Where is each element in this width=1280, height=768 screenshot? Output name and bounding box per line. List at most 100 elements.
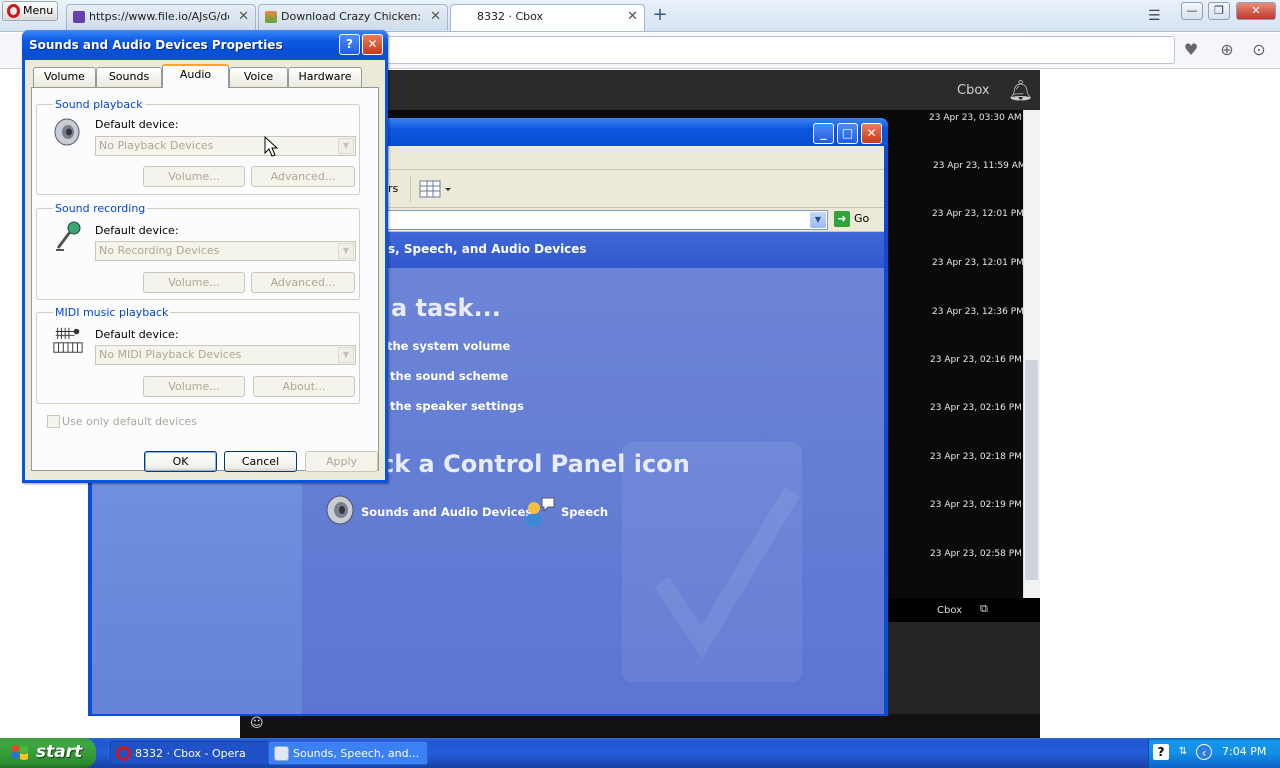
message-timestamp: 23 Apr 23, 12:01 PM <box>932 258 1024 268</box>
cbox-footer-link[interactable]: Cbox <box>937 605 962 616</box>
midi-about-button[interactable]: About... <box>253 376 355 397</box>
tab-voice[interactable]: Voice <box>229 67 288 87</box>
views-grid-icon <box>419 180 451 198</box>
bell-icon[interactable]: 🔔︎ <box>1008 78 1033 102</box>
close-tab-icon[interactable]: ✕ <box>430 5 441 29</box>
chat-bottom-bar <box>240 714 1040 738</box>
default-device-label: Default device: <box>95 328 179 341</box>
dialog-title: Sounds and Audio Devices Properties <box>29 38 283 52</box>
task-link-speaker-settings[interactable]: the speaker settings <box>390 399 524 413</box>
taskbar-item-sounds[interactable]: Sounds, Speech, and... <box>268 741 428 765</box>
speaker-icon <box>54 118 80 146</box>
close-tab-icon[interactable]: ✕ <box>627 5 638 29</box>
cp-icon-speech[interactable]: Speech <box>522 494 622 528</box>
help-tray-icon[interactable]: ? <box>1153 744 1169 760</box>
use-default-devices-checkbox[interactable] <box>47 415 60 428</box>
message-timestamp: 23 Apr 23, 03:30 AM <box>929 113 1022 123</box>
task-link-volume[interactable]: the system volume <box>387 339 510 353</box>
windows-flag-icon <box>12 745 28 760</box>
speech-icon <box>526 497 555 526</box>
cp-maximize-button[interactable]: □ <box>837 123 858 144</box>
apply-button[interactable]: Apply <box>305 451 378 472</box>
message-timestamp: 23 Apr 23, 02:18 PM <box>930 452 1022 462</box>
message-timestamp: 23 Apr 23, 02:19 PM <box>930 500 1022 510</box>
group-label: MIDI music playback <box>53 306 171 319</box>
emoji-icon[interactable]: ☺ <box>250 716 264 731</box>
message-timestamp: 23 Apr 23, 12:01 PM <box>932 209 1024 219</box>
cp-go-button[interactable]: ➜ Go <box>834 211 869 227</box>
tab-menu-icon[interactable]: ☰ <box>1148 8 1161 24</box>
pick-icon-heading: ck a Control Panel icon <box>380 450 690 478</box>
address-input[interactable] <box>385 36 1175 64</box>
heart-icon[interactable]: ♥ <box>1180 39 1202 61</box>
help-button[interactable]: ? <box>339 34 360 55</box>
message-timestamp: 23 Apr 23, 02:16 PM <box>930 355 1022 365</box>
playback-advanced-button[interactable]: Advanced... <box>251 166 355 187</box>
midi-volume-button[interactable]: Volume... <box>143 376 245 397</box>
use-default-devices-label: Use only default devices <box>62 415 197 428</box>
task-link-sound-scheme[interactable]: the sound scheme <box>390 369 508 383</box>
control-panel-icon <box>274 746 289 761</box>
game-favicon-icon <box>265 11 277 23</box>
speaker-icon <box>326 495 354 525</box>
opera-icon <box>116 746 131 761</box>
cp-category-title: s, Speech, and Audio Devices <box>388 242 587 256</box>
chevron-down-icon: ▼ <box>338 243 354 259</box>
toolbar-separator <box>410 176 411 202</box>
fileio-favicon-icon <box>73 11 85 23</box>
tab-volume[interactable]: Volume <box>33 67 96 87</box>
message-timestamp: 23 Apr 23, 02:16 PM <box>930 403 1022 413</box>
close-window-button[interactable]: ✕ <box>1236 2 1276 20</box>
tab-crazy-chicken[interactable]: Download Crazy Chicken: The ✕ <box>258 4 448 30</box>
download-icon[interactable]: ⊕ <box>1216 39 1238 61</box>
recording-device-select[interactable]: No Recording Devices ▼ <box>95 241 356 261</box>
midi-keyboard-icon <box>53 327 83 353</box>
chat-scrollbar-thumb[interactable] <box>1025 360 1038 580</box>
cp-minimize-button[interactable]: _ <box>813 123 834 144</box>
ok-button[interactable]: OK <box>144 451 217 472</box>
new-tab-button[interactable]: + <box>650 6 670 26</box>
recording-advanced-button[interactable]: Advanced... <box>251 272 355 293</box>
close-tab-icon[interactable]: ✕ <box>238 5 249 29</box>
tab-sounds[interactable]: Sounds <box>96 67 162 87</box>
pick-task-heading: a task... <box>391 294 501 322</box>
group-label: Sound recording <box>53 202 148 215</box>
go-arrow-icon: ➜ <box>834 211 850 227</box>
default-device-label: Default device: <box>95 224 179 237</box>
minimize-button[interactable]: — <box>1181 2 1203 20</box>
tab-audio[interactable]: Audio <box>162 64 229 88</box>
site-title: Cbox <box>957 83 990 98</box>
playback-volume-button[interactable]: Volume... <box>143 166 245 187</box>
network-tray-icon[interactable]: ⇅ <box>1175 744 1191 760</box>
playback-device-select[interactable]: No Playback Devices ▼ <box>95 136 356 156</box>
chevron-down-icon: ▼ <box>338 138 354 154</box>
message-timestamp: 23 Apr 23, 02:58 PM <box>930 549 1022 559</box>
cancel-button[interactable]: Cancel <box>224 451 297 472</box>
folders-button-fragment[interactable]: rs <box>388 182 398 195</box>
dialog-close-button[interactable]: ✕ <box>362 34 383 55</box>
default-device-label: Default device: <box>95 118 179 131</box>
message-timestamp: 23 Apr 23, 12:36 PM <box>932 307 1024 317</box>
opera-logo-icon <box>7 4 20 18</box>
tab-hardware[interactable]: Hardware <box>288 67 362 87</box>
group-label: Sound playback <box>53 98 145 111</box>
clock: 7:04 PM <box>1222 745 1267 758</box>
maximize-button[interactable]: ❐ <box>1208 2 1230 20</box>
popout-icon[interactable]: ⧉ <box>980 602 988 616</box>
views-button[interactable] <box>418 179 452 199</box>
chevron-down-icon: ▼ <box>338 347 354 363</box>
tab-fileio[interactable]: https://www.file.io/AJsG/do ✕ <box>66 4 256 30</box>
mouse-cursor-icon <box>264 136 278 157</box>
sounds-properties-dialog: Sounds and Audio Devices Properties ? ✕ … <box>22 30 388 483</box>
cp-close-button[interactable]: ✕ <box>861 123 882 144</box>
message-timestamp: 23 Apr 23, 11:59 AM <box>933 161 1026 171</box>
taskbar-item-opera[interactable]: 8332 · Cbox - Opera <box>110 741 270 765</box>
tab-cbox[interactable]: 8332 · Cbox ✕ <box>450 4 645 31</box>
expand-tray-icon[interactable]: ‹ <box>1196 744 1212 760</box>
recording-volume-button[interactable]: Volume... <box>143 272 245 293</box>
cp-address-dropdown-icon[interactable]: ▼ <box>810 212 826 228</box>
midi-device-select[interactable]: No MIDI Playback Devices ▼ <box>95 345 356 365</box>
opera-menu-button[interactable]: Menu <box>2 1 58 21</box>
opera-link-icon[interactable]: ⊙ <box>1248 39 1270 61</box>
cp-icon-sounds[interactable]: Sounds and Audio Devices <box>324 494 532 528</box>
